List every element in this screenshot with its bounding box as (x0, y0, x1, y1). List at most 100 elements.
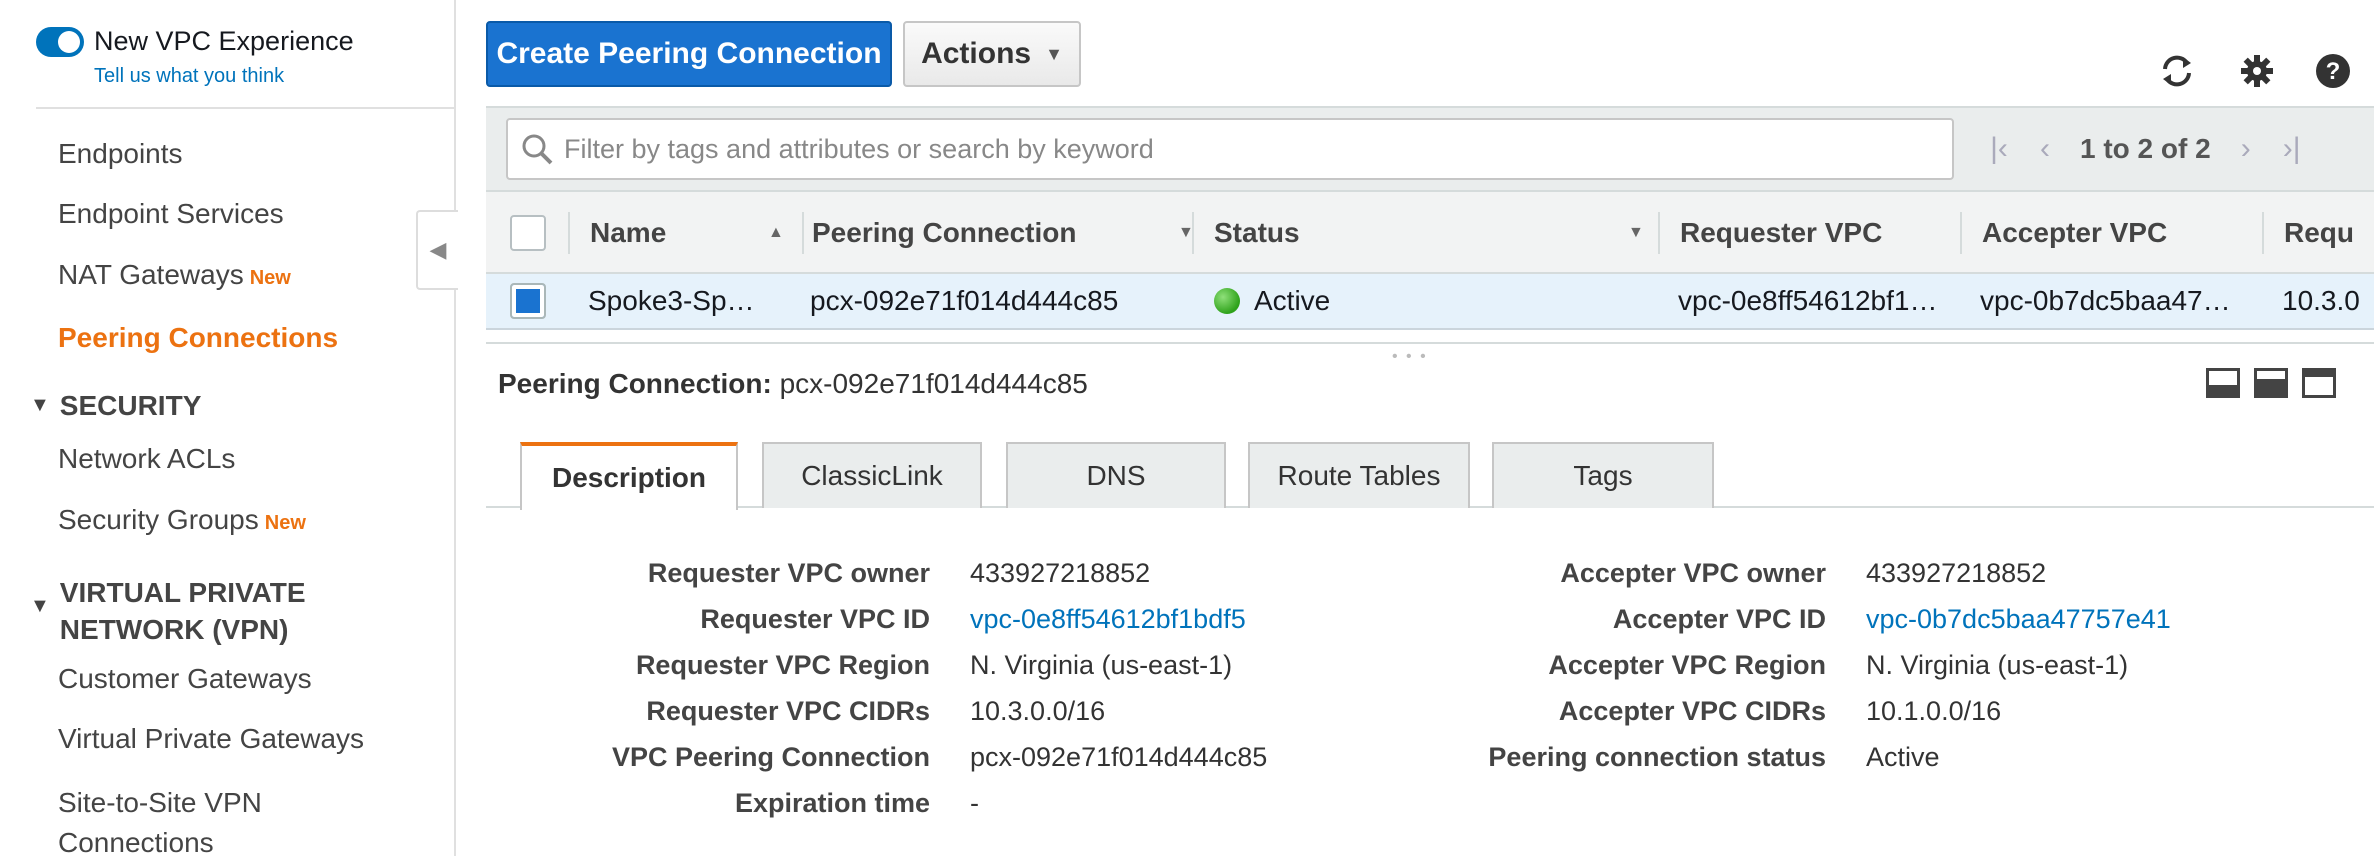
requester-vpc-region-label: Requester VPC Region (635, 650, 930, 680)
sidebar-item-virtual-private-gateways[interactable]: Virtual Private Gateways (58, 723, 364, 755)
table-row[interactable]: Spoke3-Sp… pcx-092e71f014d444c85 Active … (486, 274, 2374, 330)
requester-vpc-cidrs-label: Requester VPC CIDRs (646, 696, 930, 726)
expiration-time-label: Expiration time (734, 788, 930, 818)
status-text: Active (1254, 285, 1331, 316)
last-page-icon[interactable]: ›| (2269, 132, 2315, 166)
pager-text: 1 to 2 of 2 (2080, 133, 2211, 164)
accepter-vpc-cidrs-value: 10.1.0.0/16 (1866, 696, 2002, 726)
column-header-accepter-vpc[interactable]: Accepter VPC (1982, 192, 2167, 274)
accepter-vpc-cidrs-label: Accepter VPC CIDRs (1558, 696, 1826, 726)
details-title: Peering Connection: pcx-092e71f014d444c8… (498, 368, 1088, 399)
cell-status: Active (1214, 274, 1330, 328)
accepter-vpc-region-value: N. Virginia (us-east-1) (1866, 650, 2129, 680)
new-badge: New (264, 512, 306, 534)
requester-vpc-owner-label: Requester VPC owner (647, 558, 930, 588)
resize-handle-icon[interactable]: • • • (1392, 348, 1428, 366)
new-vpc-experience-toggle[interactable] (36, 26, 84, 57)
cell-requester-cidr: 10.3.0 (2282, 285, 2360, 316)
column-header-status[interactable]: Status ▼ (1214, 192, 1654, 274)
svg-text:?: ? (2326, 58, 2341, 85)
toggle-label: New VPC Experience (94, 26, 354, 56)
sidebar-item-nat-gateways[interactable]: NAT Gateways New (58, 259, 291, 291)
tab-description[interactable]: Description (520, 442, 738, 510)
first-page-icon[interactable]: |‹ (1976, 132, 2022, 166)
previous-page-icon[interactable]: ‹ (2022, 132, 2068, 166)
vpc-peering-connection-value: pcx-092e71f014d444c85 (970, 742, 1268, 772)
sidebar-item-peering-connections[interactable]: Peering Connections (58, 322, 338, 354)
column-divider (1658, 212, 1660, 254)
collapse-sidebar-button[interactable]: ◀ (416, 210, 458, 290)
requester-vpc-id-label: Requester VPC ID (700, 604, 930, 634)
search-input[interactable] (564, 133, 1924, 165)
vpc-experience-toggle-row: New VPC Experience (36, 26, 354, 57)
create-peering-connection-button[interactable]: Create Peering Connection (486, 21, 892, 87)
accepter-vpc-owner-value: 433927218852 (1866, 558, 2047, 588)
accepter-vpc-id-link[interactable]: vpc-0b7dc5baa47757e41 (1866, 604, 2171, 635)
column-divider (1192, 212, 1194, 254)
peering-connection-status-value: Active (1866, 742, 1940, 772)
search-box (506, 118, 1954, 180)
sort-icon: ▼ (1628, 224, 1644, 241)
sidebar-item-endpoints[interactable]: Endpoints (58, 138, 183, 170)
peering-connection-status-label: Peering connection status (1488, 742, 1826, 772)
actions-label: Actions (921, 37, 1032, 70)
table-header: Name ▲ Peering Connection ▼ Status ▼ Req… (486, 190, 2374, 274)
actions-button[interactable]: Actions ▼ (903, 21, 1081, 87)
accepter-vpc-region-label: Accepter VPC Region (1548, 650, 1826, 680)
pagination: |‹ ‹ 1 to 2 of 2 › ›| (1976, 124, 2315, 174)
sidebar-section-vpn[interactable]: ▼ VIRTUAL PRIVATE NETWORK (VPN) (30, 574, 306, 648)
cell-name: Spoke3-Sp… (588, 285, 755, 316)
sort-ascending-icon: ▲ (768, 224, 784, 241)
column-header-requester-vpc[interactable]: Requester VPC (1680, 192, 1882, 274)
cell-accepter-vpc: vpc-0b7dc5baa47… (1980, 285, 2231, 316)
collapse-triangle-icon: ▼ (30, 394, 50, 416)
column-header-name[interactable]: Name ▲ (590, 192, 790, 274)
sidebar-section-security[interactable]: ▼ SECURITY (30, 390, 201, 422)
accepter-vpc-id-label: Accepter VPC ID (1612, 604, 1826, 634)
requester-vpc-region-value: N. Virginia (us-east-1) (970, 650, 1233, 680)
select-all-checkbox[interactable] (510, 215, 546, 251)
accepter-vpc-owner-label: Accepter VPC owner (1560, 558, 1826, 588)
column-divider (1960, 212, 1962, 254)
new-badge: New (249, 267, 291, 289)
help-icon[interactable]: ? (2312, 50, 2354, 92)
chevron-down-icon: ▼ (1045, 43, 1063, 64)
filter-bar: |‹ ‹ 1 to 2 of 2 › ›| (486, 106, 2374, 190)
requester-vpc-cidrs-value: 10.3.0.0/16 (970, 696, 1106, 726)
gear-icon[interactable] (2236, 50, 2278, 92)
column-divider (2262, 212, 2264, 254)
vpc-peering-connection-label: VPC Peering Connection (611, 742, 930, 772)
column-header-peering-connection[interactable]: Peering Connection ▼ (812, 192, 1194, 274)
sidebar-item-security-groups[interactable]: Security Groups New (58, 504, 306, 536)
sidebar-item-customer-gateways[interactable]: Customer Gateways (58, 663, 312, 695)
tab-classiclink[interactable]: ClassicLink (762, 442, 982, 508)
panel-bottom-small-icon[interactable] (2206, 368, 2240, 398)
cell-requester-vpc: vpc-0e8ff54612bf1… (1678, 285, 1938, 316)
sidebar: New VPC Experience Tell us what you thin… (0, 0, 456, 856)
sidebar-item-network-acls[interactable]: Network ACLs (58, 443, 235, 475)
refresh-icon[interactable] (2156, 50, 2198, 92)
sidebar-item-endpoint-services[interactable]: Endpoint Services (58, 198, 284, 230)
chevron-left-icon: ◀ (429, 237, 447, 262)
cell-peering-connection: pcx-092e71f014d444c85 (810, 285, 1119, 316)
column-header-requester-cidr[interactable]: Requ (2284, 192, 2354, 274)
sidebar-divider (36, 107, 456, 109)
expiration-time-value: - (970, 788, 979, 818)
search-icon (522, 134, 553, 165)
tab-dns[interactable]: DNS (1006, 442, 1226, 508)
sidebar-item-site-to-site-vpn[interactable]: Site-to-Site VPN Connections (58, 783, 262, 856)
requester-vpc-owner-value: 433927218852 (970, 558, 1151, 588)
table-row-partial (486, 332, 2374, 344)
panel-bottom-half-icon[interactable] (2254, 368, 2288, 398)
requester-vpc-id-link[interactable]: vpc-0e8ff54612bf1bdf5 (970, 604, 1246, 635)
collapse-triangle-icon: ▼ (30, 595, 50, 617)
status-active-icon (1214, 288, 1240, 314)
tab-tags[interactable]: Tags (1492, 442, 1714, 508)
column-divider (568, 212, 570, 254)
row-checkbox[interactable] (510, 283, 546, 319)
column-divider (802, 212, 804, 254)
tab-route-tables[interactable]: Route Tables (1248, 442, 1470, 508)
panel-full-icon[interactable] (2302, 368, 2336, 398)
next-page-icon[interactable]: › (2223, 132, 2269, 166)
feedback-link[interactable]: Tell us what you think (94, 65, 284, 88)
